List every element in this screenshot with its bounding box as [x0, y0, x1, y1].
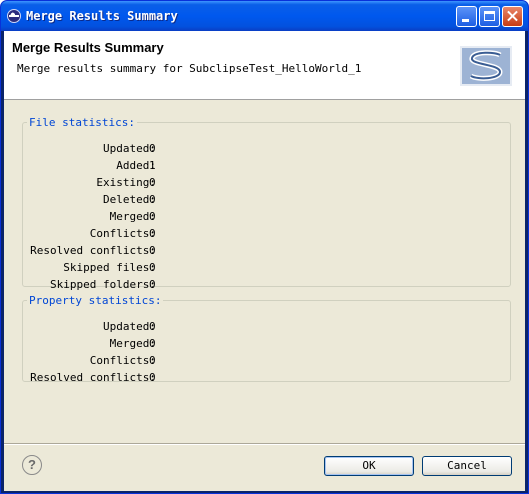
cancel-button[interactable]: Cancel: [422, 456, 512, 476]
maximize-icon: [484, 11, 495, 21]
file-stat-value: 0: [149, 210, 156, 223]
property-statistics-legend: Property statistics:: [29, 294, 162, 307]
property-stat-row: Updated: 0: [23, 319, 223, 335]
property-stat-value: 0: [149, 320, 156, 333]
file-stat-row: Deleted: 0: [23, 192, 223, 208]
file-stat-value: 1: [149, 159, 156, 172]
file-stat-label: Existing:: [96, 176, 156, 189]
maximize-button[interactable]: [479, 6, 500, 27]
window-title: Merge Results Summary: [26, 9, 178, 23]
dialog-header-description: Merge results summary for SubclipseTest_…: [17, 62, 362, 75]
property-stat-row: Merged: 0: [23, 336, 223, 352]
property-stat-label: Resolved conflicts:: [30, 371, 156, 384]
file-stat-value: 0: [149, 176, 156, 189]
help-button[interactable]: ?: [22, 455, 42, 475]
property-stat-row: Resolved conflicts: 0: [23, 370, 223, 386]
file-statistics-legend: File statistics:: [29, 116, 135, 129]
property-stat-value: 0: [149, 337, 156, 350]
property-statistics-group: Property statistics: Updated: 0 Merged: …: [22, 294, 511, 384]
file-stat-value: 0: [149, 227, 156, 240]
file-stat-row: Added: 1: [23, 158, 223, 174]
file-stat-row: Updated: 0: [23, 141, 223, 157]
dialog-header-title: Merge Results Summary: [12, 40, 164, 55]
property-stat-value: 0: [149, 371, 156, 384]
file-stat-row: Existing: 0: [23, 175, 223, 191]
file-stat-row: Skipped files: 0: [23, 260, 223, 276]
file-stat-label: Skipped files:: [63, 261, 156, 274]
file-stat-label: Resolved conflicts:: [30, 244, 156, 257]
close-button[interactable]: [502, 6, 523, 27]
file-stat-value: 0: [149, 244, 156, 257]
file-stat-label: Conflicts:: [89, 227, 156, 240]
close-icon: [503, 7, 522, 26]
ok-button[interactable]: OK: [324, 456, 414, 476]
file-stat-value: 0: [149, 261, 156, 274]
property-stat-value: 0: [149, 354, 156, 367]
file-stat-value: 0: [149, 193, 156, 206]
dialog-header: Merge Results Summary Merge results summ…: [4, 31, 525, 100]
file-statistics-group: File statistics: Updated: 0 Added: 1 Exi…: [22, 116, 511, 291]
minimize-button[interactable]: [456, 6, 477, 27]
file-stat-value: 0: [149, 142, 156, 155]
file-stat-label: Skipped folders:: [50, 278, 156, 291]
file-stat-row: Conflicts: 0: [23, 226, 223, 242]
file-stat-row: Resolved conflicts: 0: [23, 243, 223, 259]
property-stat-row: Conflicts: 0: [23, 353, 223, 369]
file-stat-row: Merged: 0: [23, 209, 223, 225]
subversion-logo-icon: [460, 46, 512, 86]
property-stat-label: Conflicts:: [89, 354, 156, 367]
merge-results-dialog: Merge Results Summary Merge Results Summ…: [0, 0, 529, 494]
title-bar[interactable]: Merge Results Summary: [1, 1, 528, 31]
dialog-client-area: Merge Results Summary Merge results summ…: [4, 31, 525, 491]
eclipse-app-icon: [7, 9, 21, 23]
footer-separator: [4, 443, 525, 445]
file-stat-row: Skipped folders: 0: [23, 277, 223, 293]
file-stat-value: 0: [149, 278, 156, 291]
minimize-icon: [462, 19, 469, 22]
